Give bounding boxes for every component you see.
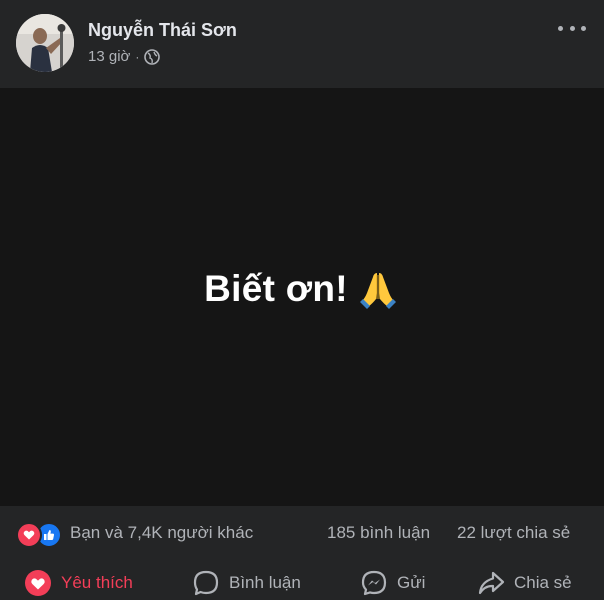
share-icon bbox=[477, 569, 505, 597]
post-image[interactable]: Biết ơn! bbox=[0, 88, 604, 506]
reactions-count[interactable]: Bạn và 7,4K người khác bbox=[70, 523, 253, 543]
post-header: Nguyễn Thái Sơn 13 giờ · bbox=[0, 0, 604, 88]
heart-icon bbox=[24, 569, 52, 597]
share-label: Chia sẻ bbox=[514, 573, 572, 592]
comments-count[interactable]: 185 bình luận bbox=[327, 523, 430, 543]
shares-count[interactable]: 22 lượt chia sẻ bbox=[457, 523, 570, 543]
reaction-icons[interactable] bbox=[16, 522, 64, 548]
send-button[interactable]: Gửi bbox=[360, 566, 425, 600]
comment-label: Bình luận bbox=[229, 573, 301, 592]
folded-hands-icon bbox=[356, 267, 400, 311]
more-options-icon[interactable] bbox=[558, 18, 586, 38]
avatar-photo bbox=[16, 14, 74, 72]
messenger-icon bbox=[360, 569, 388, 597]
author-name[interactable]: Nguyễn Thái Sơn bbox=[88, 20, 237, 41]
post-time[interactable]: 13 giờ bbox=[88, 48, 130, 65]
love-button[interactable]: Yêu thích bbox=[24, 566, 133, 600]
reactions-summary: Bạn và 7,4K người khác 185 bình luận 22 … bbox=[0, 506, 604, 560]
share-button[interactable]: Chia sẻ bbox=[477, 566, 572, 600]
love-reaction-icon bbox=[16, 522, 42, 548]
send-label: Gửi bbox=[397, 573, 426, 592]
meta-separator: · bbox=[135, 49, 140, 64]
comment-icon bbox=[192, 569, 220, 597]
globe-icon bbox=[144, 48, 161, 65]
comment-button[interactable]: Bình luận bbox=[192, 566, 301, 600]
post-content-text: Biết ơn! bbox=[204, 267, 348, 309]
action-bar: Yêu thích Bình luận Gửi Chia sẻ bbox=[0, 560, 604, 600]
avatar[interactable] bbox=[16, 14, 74, 72]
facebook-post: Nguyễn Thái Sơn 13 giờ · Biết ơn! Bạn và… bbox=[0, 0, 604, 600]
post-meta: 13 giờ · bbox=[88, 48, 161, 65]
post-content: Biết ơn! bbox=[204, 267, 400, 311]
love-label: Yêu thích bbox=[61, 573, 133, 592]
